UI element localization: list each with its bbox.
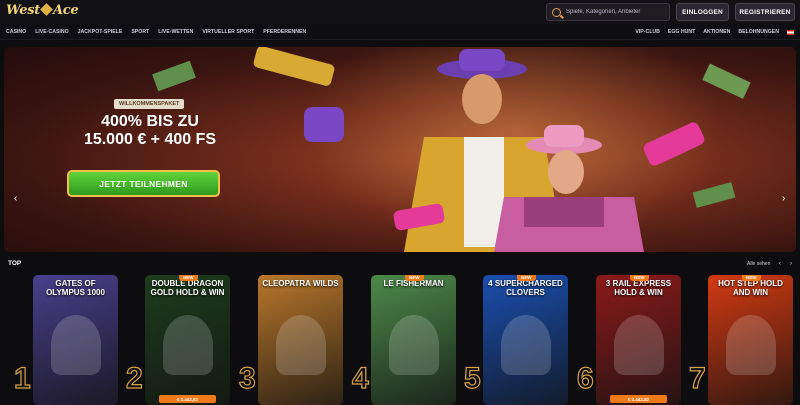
see-all-link[interactable]: Alle sehen [747, 261, 770, 267]
game-tile[interactable]: 4 SUPERCHARGED CLOVERS NEW [483, 275, 568, 405]
nav-vip-club[interactable]: VIP-CLUB [635, 29, 660, 35]
search-icon [552, 7, 561, 17]
new-badge: NEW [405, 275, 424, 281]
game-title: GATES OF OLYMPUS 1000 [46, 279, 105, 297]
register-button[interactable]: REGISTRIEREN [735, 3, 795, 21]
nav-egg-hunt[interactable]: EGG HUNT [668, 29, 695, 35]
new-badge: NEW [630, 275, 649, 281]
hero-banner[interactable]: ‹ › [4, 47, 796, 252]
game-tile[interactable]: LE FISHERMAN NEW [371, 275, 456, 405]
main-nav: CASINO LIVE-CASINO JACKPOT-SPIELE SPORT … [0, 24, 800, 40]
carousel-next-button[interactable]: › [787, 260, 795, 268]
hero-headline: 400% BIS ZU 15.000 € + 400 FS [60, 113, 240, 149]
game-artwork [162, 315, 213, 375]
game-tile[interactable]: CLEOPATRA WILDS [258, 275, 343, 405]
nav-horse-racing[interactable]: PFERDERENNEN [263, 29, 306, 35]
game-tile[interactable]: 3 RAIL EXPRESS HOLD & WIN NEW € 3.442,82 [596, 275, 681, 405]
hero-illustration [152, 47, 751, 252]
rank-number: 6 [576, 361, 594, 395]
headline-line-1: 400% BIS ZU [101, 113, 199, 130]
nav-promotions[interactable]: AKTIONEN [703, 29, 730, 35]
new-badge: NEW [742, 275, 761, 281]
nav-virtual-sport[interactable]: VIRTUELLER SPORT [202, 29, 254, 35]
rank-number: 5 [463, 361, 481, 395]
headline-line-2: 15.000 € + 400 FS [83, 131, 217, 148]
game-artwork [500, 315, 551, 375]
rank-number: 1 [13, 361, 31, 395]
game-title: CLEOPATRA WILDS [262, 279, 339, 288]
login-button[interactable]: EINLOGGEN [676, 3, 729, 21]
brand-logo[interactable]: West Ace [6, 3, 79, 21]
rank-number: 7 [688, 361, 706, 395]
game-artwork [613, 315, 664, 375]
game-artwork [388, 315, 439, 375]
game-tile[interactable]: HOT STEP HOLD AND WIN NEW [708, 275, 793, 405]
jackpot-amount: € 3.442,82 [610, 395, 667, 403]
game-title: HOT STEP HOLD AND WIN [718, 279, 783, 297]
welcome-badge: WILLKOMMENSPAKET [114, 99, 185, 109]
nav-live-casino[interactable]: LIVE-CASINO [35, 29, 68, 35]
nav-jackpot-games[interactable]: JACKPOT-SPIELE [78, 29, 123, 35]
rank-number: 4 [351, 361, 369, 395]
logo-text-ace: Ace [52, 3, 79, 18]
game-title: 3 RAIL EXPRESS HOLD & WIN [605, 279, 672, 297]
game-artwork [275, 315, 326, 375]
nav-casino[interactable]: CASINO [6, 29, 26, 35]
banner-next-arrow[interactable]: › [782, 193, 785, 204]
nav-rewards[interactable]: BELOHNUNGEN [738, 29, 779, 35]
top-bar: West Ace EINLOGGEN REGISTRIEREN [0, 0, 800, 24]
game-tile[interactable]: DOUBLE DRAGON GOLD HOLD & WIN NEW € 3.442,… [145, 275, 230, 405]
rank-number: 2 [125, 361, 143, 395]
game-artwork [50, 315, 101, 375]
banner-prev-arrow[interactable]: ‹ [14, 193, 17, 204]
new-badge: NEW [517, 275, 536, 281]
game-title: 4 SUPERCHARGED CLOVERS [488, 279, 563, 297]
search-box[interactable] [546, 3, 670, 21]
game-title: DOUBLE DRAGON GOLD HOLD & WIN [150, 279, 225, 297]
nav-sport[interactable]: SPORT [131, 29, 149, 35]
section-title-top: TOP [8, 260, 22, 267]
nav-live-betting[interactable]: LIVE-WETTEN [158, 29, 193, 35]
search-input[interactable] [566, 9, 666, 15]
game-tile[interactable]: GATES OF OLYMPUS 1000 [33, 275, 118, 405]
join-now-button[interactable]: JETZT TEILNEHMEN [67, 170, 220, 197]
jackpot-amount: € 3.442,82 [159, 395, 216, 403]
game-artwork [725, 315, 776, 375]
language-flag-icon[interactable] [787, 29, 794, 35]
rank-number: 3 [238, 361, 256, 395]
new-badge: NEW [179, 275, 198, 281]
logo-text-west: West [6, 3, 40, 18]
logo-diamond-icon [40, 3, 53, 16]
carousel-prev-button[interactable]: ‹ [776, 260, 784, 268]
